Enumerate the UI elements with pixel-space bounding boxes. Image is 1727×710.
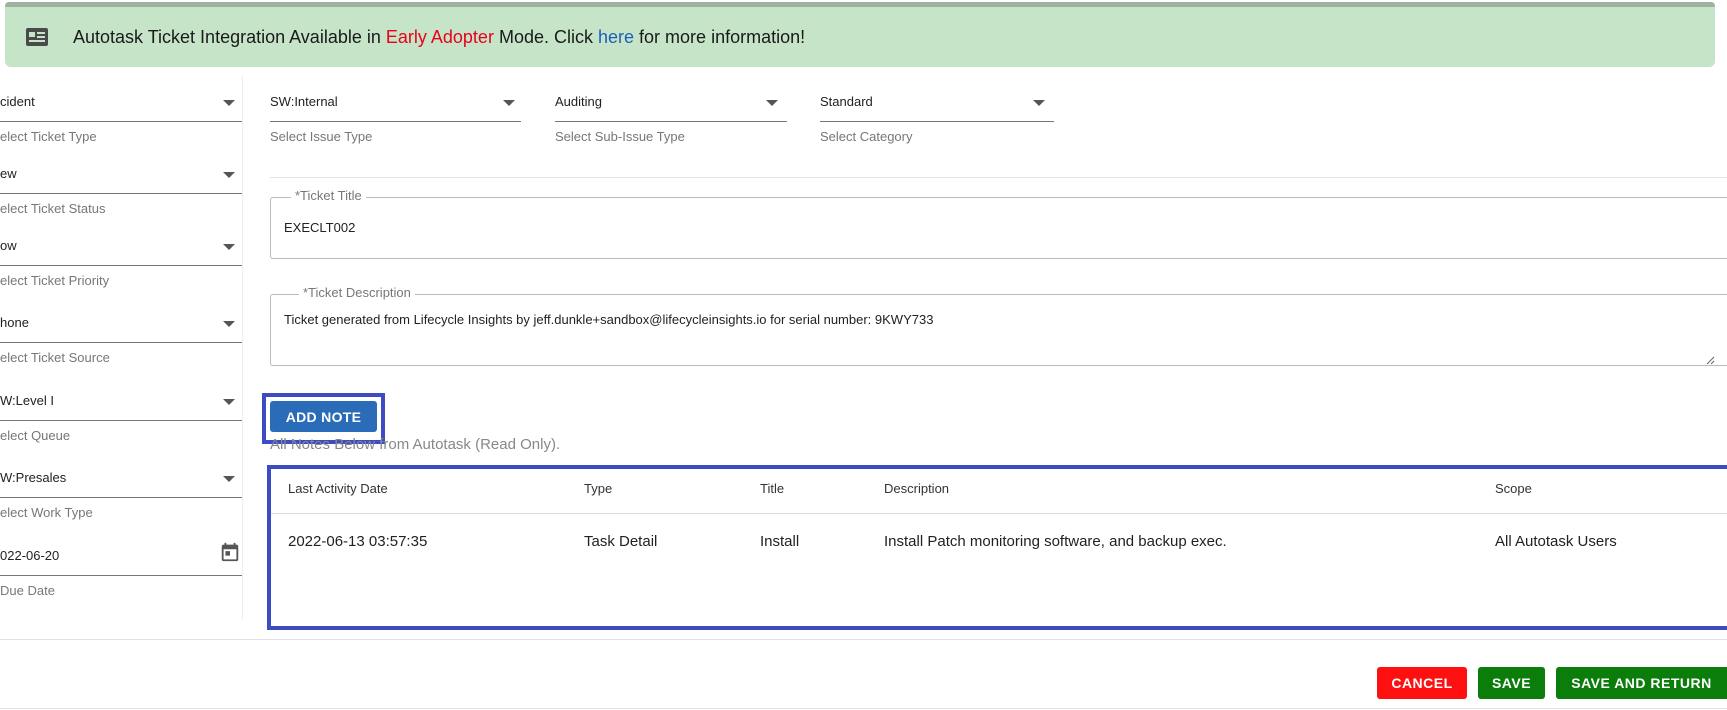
column-header-description[interactable]: Description [884,481,949,496]
queue-hint: elect Queue [0,428,71,443]
ticket-description-textarea[interactable]: Ticket generated from Lifecycle Insights… [284,312,933,327]
cancel-button[interactable]: CANCEL [1377,667,1467,699]
sub-issue-type-underline [555,121,787,122]
sub-issue-type-hint: Select Sub-Issue Type [555,129,685,144]
chevron-down-icon[interactable] [223,244,235,250]
cell-type: Task Detail [584,533,658,550]
ticket-source-select[interactable]: hone elect Ticket Source [0,315,242,375]
notes-icon [26,28,48,46]
ticket-status-select[interactable]: ew elect Ticket Status [0,166,242,226]
chevron-down-icon[interactable] [1033,100,1045,106]
add-note-button[interactable]: ADD NOTE [270,401,377,432]
queue-select[interactable]: W:Level I elect Queue [0,393,242,453]
category-hint: Select Category [820,129,913,144]
banner-text-before: Autotask Ticket Integration Available in [73,26,381,47]
ticket-type-underline [0,121,242,122]
footer-divider [0,639,1727,640]
category-underline [820,121,1054,122]
ticket-description-field[interactable]: *Ticket Description Ticket generated fro… [270,285,1727,366]
work-type-select[interactable]: W:Presales elect Work Type [0,470,242,530]
column-header-scope[interactable]: Scope [1495,481,1532,496]
ticket-status-value: ew [0,166,17,181]
banner-text-after: for more information! [639,26,806,47]
ticket-status-hint: elect Ticket Status [0,201,106,216]
left-field-column: cident elect Ticket Type ew elect Ticket… [0,75,243,620]
cell-title: Install [760,533,800,550]
notes-table: Last Activity Date Type Title Descriptio… [267,465,1727,630]
issue-type-value: SW:Internal [270,94,338,109]
save-and-return-button[interactable]: SAVE AND RETURN [1556,667,1727,699]
due-date-underline [0,575,242,576]
calendar-icon[interactable] [219,541,241,563]
due-date-value: 022-06-20 [0,548,60,563]
ticket-type-hint: elect Ticket Type [0,129,97,144]
ticket-source-hint: elect Ticket Source [0,350,110,365]
ticket-status-underline [0,193,242,194]
ticket-type-select[interactable]: cident elect Ticket Type [0,94,242,154]
banner-early-adopter: Early Adopter [385,26,494,47]
ticket-description-label: *Ticket Description [299,285,415,300]
banner-text-mid: Mode. Click [498,26,593,47]
notes-caption: All Notes Below from Autotask (Read Only… [270,436,561,453]
work-type-underline [0,497,242,498]
sub-issue-type-value: Auditing [555,94,602,109]
banner-body: Autotask Ticket Integration Available in… [5,7,1715,67]
due-date-field[interactable]: 022-06-20 Due Date [0,542,242,608]
ticket-title-label: *Ticket Title [291,188,366,203]
sub-issue-type-select[interactable]: Auditing Select Sub-Issue Type [555,94,787,154]
category-select[interactable]: Standard Select Category [820,94,1054,154]
bottom-divider [0,708,1727,709]
work-type-hint: elect Work Type [0,505,93,520]
issue-type-hint: Select Issue Type [270,129,373,144]
chevron-down-icon[interactable] [223,172,235,178]
ticket-title-input[interactable]: EXECLT002 [284,220,355,235]
ticket-priority-hint: elect Ticket Priority [0,273,110,288]
column-header-type[interactable]: Type [584,481,612,496]
ticket-priority-select[interactable]: ow elect Ticket Priority [0,238,242,298]
cell-scope: All Autotask Users [1495,533,1617,550]
category-value: Standard [820,94,873,109]
chevron-down-icon[interactable] [223,399,235,405]
chevron-down-icon[interactable] [223,321,235,327]
save-button[interactable]: SAVE [1478,667,1545,699]
ticket-title-field[interactable]: *Ticket Title EXECLT002 [270,188,1727,259]
integration-banner: Autotask Ticket Integration Available in… [5,2,1715,67]
table-header-divider [271,513,1727,514]
chevron-down-icon[interactable] [766,100,778,106]
ticket-type-value: cident [0,94,35,109]
chevron-down-icon[interactable] [503,100,515,106]
ticket-priority-value: ow [0,238,17,253]
ticket-source-value: hone [0,315,29,330]
due-date-hint: Due Date [0,583,55,598]
section-divider [270,177,1727,178]
cell-last-activity-date: 2022-06-13 03:57:35 [288,533,428,550]
work-type-value: W:Presales [0,470,67,485]
chevron-down-icon[interactable] [223,476,235,482]
queue-value: W:Level I [0,393,54,408]
resize-handle-icon[interactable] [1705,355,1715,365]
chevron-down-icon[interactable] [223,100,235,106]
issue-type-select[interactable]: SW:Internal Select Issue Type [270,94,521,154]
ticket-source-underline [0,342,242,343]
queue-underline [0,420,242,421]
banner-here-link[interactable]: here [598,27,634,48]
column-header-last-activity-date[interactable]: Last Activity Date [288,481,388,496]
ticket-priority-underline [0,265,242,266]
column-header-title[interactable]: Title [760,481,784,496]
issue-type-underline [270,121,521,122]
cell-description: Install Patch monitoring software, and b… [884,533,1227,550]
